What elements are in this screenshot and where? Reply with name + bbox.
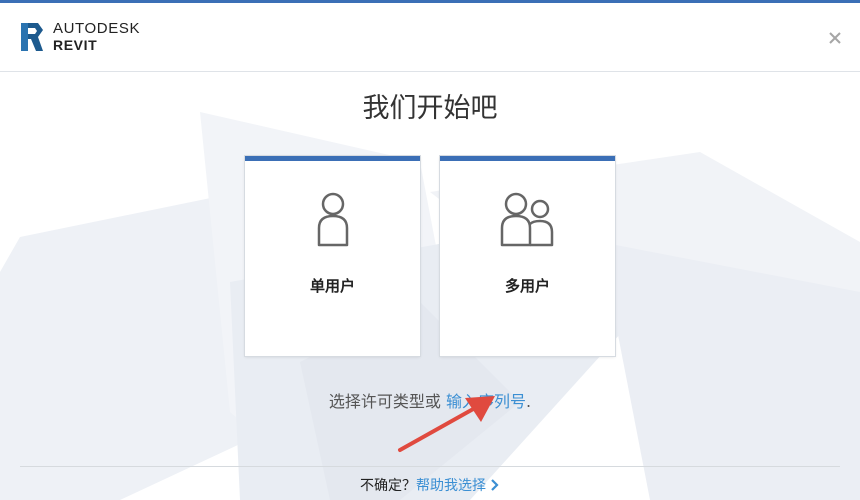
help-me-choose-link[interactable]: 帮助我选择 (416, 478, 486, 494)
single-user-card[interactable]: 单用户 (245, 156, 420, 356)
page-title: 我们开始吧 (362, 93, 498, 124)
chevron-right-icon[interactable] (490, 479, 500, 491)
footer-divider (20, 466, 840, 467)
single-user-icon (317, 192, 348, 247)
autodesk-revit-logo: AUTODESK REVIT (18, 21, 140, 53)
footer: 不确定？帮助我选择 (0, 475, 860, 495)
close-icon[interactable] (828, 31, 842, 45)
license-prompt-suffix: . (526, 392, 532, 411)
red-arrow-annotation (398, 396, 495, 452)
help-question: 不确定？ (360, 478, 416, 494)
brand-name: AUTODESK (53, 20, 141, 37)
header: AUTODESK REVIT (0, 3, 860, 72)
revit-logo-icon (21, 23, 43, 51)
multi-user-icon (500, 192, 553, 247)
multi-user-card[interactable]: 多用户 (440, 156, 615, 356)
single-user-label: 单用户 (309, 277, 355, 295)
license-dialog: AUTODESK REVIT 我们开始吧 单用户 多用户 选择许可类型或 . 不… (0, 0, 860, 500)
multi-user-label: 多用户 (504, 277, 550, 295)
product-name: REVIT (53, 37, 98, 53)
